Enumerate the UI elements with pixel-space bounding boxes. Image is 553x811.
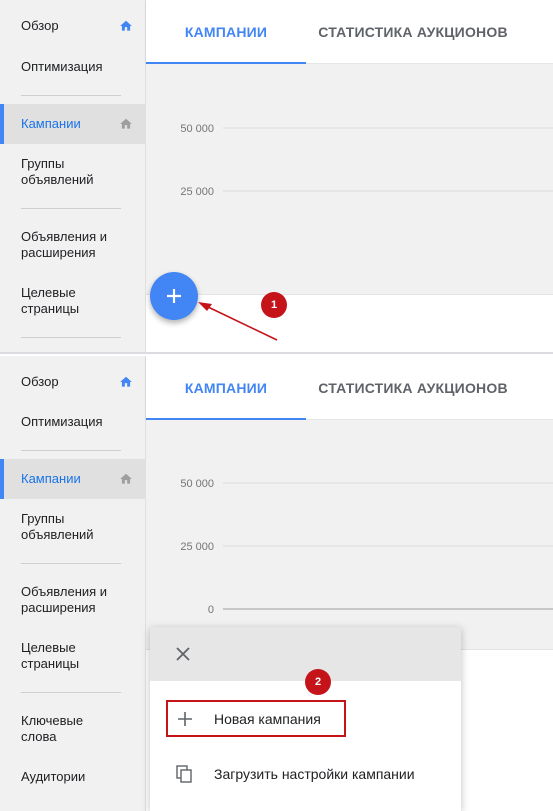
home-icon bbox=[120, 118, 132, 129]
sidebar-divider bbox=[21, 563, 121, 564]
left-sidebar: Обзор Оптимизация Кампании Группы объявл… bbox=[0, 356, 146, 811]
sidebar-item-label: Кампании bbox=[21, 471, 81, 486]
sidebar-item-label: Группы bbox=[21, 511, 65, 526]
sidebar-item-label: Оптимизация bbox=[21, 414, 103, 429]
sidebar-item-overview[interactable]: Обзор bbox=[0, 374, 145, 390]
sidebar-item-keywords[interactable]: Ключевые слова bbox=[0, 713, 145, 745]
sidebar-item-optimization[interactable]: Оптимизация bbox=[0, 59, 145, 75]
menu-header bbox=[150, 627, 461, 681]
chart-svg: 50 000 25 000 0 bbox=[180, 478, 553, 616]
y-tick-label: 25 000 bbox=[180, 186, 214, 198]
y-tick-label: 50 000 bbox=[180, 123, 214, 135]
add-fab-button[interactable] bbox=[150, 272, 198, 320]
chart-svg: 50 000 25 000 0 bbox=[180, 123, 553, 198]
tab-campaigns[interactable]: КАМПАНИИ bbox=[146, 0, 306, 65]
left-sidebar: Обзор Оптимизация Кампании Группы объявл… bbox=[0, 0, 146, 352]
sidebar-item-landing-pages[interactable]: Целевые страницы bbox=[0, 285, 145, 317]
sidebar-item-label: Обзор bbox=[21, 374, 59, 389]
screenshot-step-1: Обзор Оптимизация Кампании Группы объявл… bbox=[0, 0, 553, 354]
close-icon[interactable] bbox=[175, 646, 191, 662]
step-badge-label: 2 bbox=[314, 676, 322, 688]
sidebar-divider bbox=[21, 692, 121, 693]
sidebar-item-label: Аудитории bbox=[21, 769, 86, 784]
sidebar-item-ads-extensions[interactable]: Объявления и расширения bbox=[0, 229, 145, 261]
sidebar-divider bbox=[21, 450, 121, 451]
step-badge-2: 2 bbox=[305, 669, 331, 695]
plus-icon bbox=[167, 289, 181, 303]
sidebar-item-label: Объявления и bbox=[21, 584, 108, 599]
sidebar-divider bbox=[21, 208, 121, 209]
tab-label: КАМПАНИИ bbox=[184, 24, 268, 40]
annotation-highlight-box bbox=[166, 700, 346, 737]
home-icon bbox=[120, 473, 132, 484]
sidebar-item-label: страницы bbox=[21, 301, 80, 316]
sidebar-item-campaigns[interactable]: Кампании bbox=[0, 104, 145, 144]
sidebar-item-ads-extensions[interactable]: Объявления и расширения bbox=[0, 584, 145, 616]
tab-bar: КАМПАНИИ СТАТИСТИКА АУКЦИОНОВ bbox=[146, 0, 553, 65]
sidebar-item-campaigns[interactable]: Кампании bbox=[0, 459, 145, 499]
copy-icon bbox=[176, 765, 192, 783]
sidebar-item-label: Оптимизация bbox=[21, 59, 103, 74]
sidebar-item-label: Целевые bbox=[21, 285, 76, 300]
y-tick-label: 0 bbox=[208, 604, 214, 616]
step-badge-1: 1 bbox=[261, 292, 287, 318]
tab-label: СТАТИСТИКА АУКЦИОНОВ bbox=[318, 380, 508, 396]
sidebar-item-landing-pages[interactable]: Целевые страницы bbox=[0, 640, 145, 672]
sidebar-item-overview[interactable]: Обзор bbox=[0, 18, 145, 34]
tab-auction-stats[interactable]: СТАТИСТИКА АУКЦИОНОВ bbox=[306, 0, 520, 64]
sidebar-item-label: страницы bbox=[21, 656, 80, 671]
sidebar-item-label: Обзор bbox=[21, 18, 59, 33]
tab-auction-stats[interactable]: СТАТИСТИКА АУКЦИОНОВ bbox=[306, 356, 520, 420]
sidebar-item-label: расширения bbox=[21, 600, 96, 615]
home-icon bbox=[120, 376, 132, 387]
home-icon bbox=[120, 20, 132, 31]
sidebar-item-label: Объявления и bbox=[21, 229, 108, 244]
y-tick-label: 25 000 bbox=[180, 541, 214, 553]
table-area bbox=[146, 294, 553, 352]
sidebar-item-label: объявлений bbox=[21, 527, 94, 542]
load-settings-menu-item[interactable]: Загрузить настройки кампании bbox=[150, 752, 461, 796]
tab-label: СТАТИСТИКА АУКЦИОНОВ bbox=[318, 24, 508, 40]
sidebar-item-label: объявлений bbox=[21, 172, 94, 187]
sidebar-divider bbox=[21, 337, 121, 338]
sidebar-item-label: слова bbox=[21, 729, 57, 744]
sidebar-item-optimization[interactable]: Оптимизация bbox=[0, 414, 145, 430]
sidebar-item-label: Группы bbox=[21, 156, 65, 171]
sidebar-item-label: Целевые bbox=[21, 640, 76, 655]
sidebar-divider bbox=[21, 95, 121, 96]
sidebar-item-ad-groups[interactable]: Группы объявлений bbox=[0, 156, 145, 188]
tab-label: КАМПАНИИ bbox=[184, 380, 268, 396]
y-tick-label: 50 000 bbox=[180, 478, 214, 490]
sidebar-item-label: Кампании bbox=[21, 116, 81, 131]
tab-bar: КАМПАНИИ СТАТИСТИКА АУКЦИОНОВ bbox=[146, 356, 553, 421]
sidebar-item-audiences[interactable]: Аудитории bbox=[0, 769, 145, 785]
sidebar-item-label: Ключевые bbox=[21, 713, 84, 728]
sidebar-item-ad-groups[interactable]: Группы объявлений bbox=[0, 511, 145, 543]
tab-campaigns[interactable]: КАМПАНИИ bbox=[146, 356, 306, 421]
sidebar-item-label: расширения bbox=[21, 245, 96, 260]
menu-item-label: Загрузить настройки кампании bbox=[214, 766, 415, 782]
step-badge-label: 1 bbox=[270, 299, 278, 311]
